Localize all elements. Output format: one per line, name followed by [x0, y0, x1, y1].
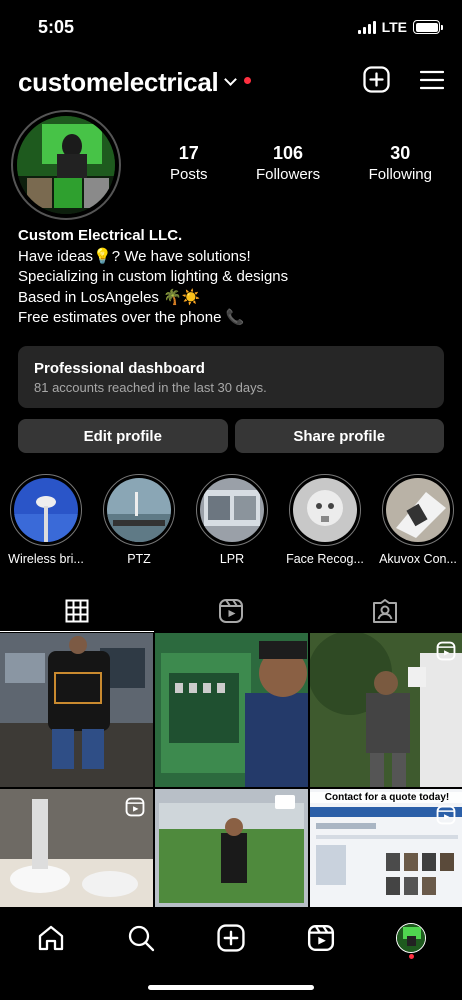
profile-content-tabs: [0, 590, 462, 632]
highlight-label: LPR: [219, 552, 245, 566]
profile-bio: Custom Electrical LLC. Have ideas💡? We h…: [18, 226, 288, 329]
share-profile-button[interactable]: Share profile: [234, 419, 444, 453]
posts-grid: Contact for a quote today!: [0, 633, 462, 907]
plus-square-icon: [363, 66, 390, 93]
highlight-item[interactable]: Akuvox Con...: [379, 474, 457, 566]
profile-stats: 17 Posts 106 Followers 30 Following: [170, 143, 432, 183]
reel-indicator-icon: [125, 797, 145, 822]
highlight-label: Akuvox Con...: [379, 552, 457, 566]
profile-header: customelectrical: [18, 62, 445, 102]
post-thumbnail[interactable]: [0, 633, 153, 787]
posts-count: 17: [178, 143, 199, 163]
home-icon: [38, 925, 64, 951]
highlight-cover: [14, 478, 78, 542]
post-thumbnail[interactable]: [0, 789, 153, 907]
tab-posts-grid[interactable]: [0, 590, 154, 632]
bio-line: Have ideas💡? We have solutions!: [18, 247, 251, 265]
highlight-item[interactable]: Face Recog...: [286, 474, 364, 566]
highlight-item[interactable]: LPR: [194, 474, 270, 566]
plus-square-icon: [217, 924, 245, 952]
posts-label: Posts: [170, 166, 208, 183]
post-thumbnail[interactable]: [155, 789, 308, 907]
menu-button[interactable]: [419, 70, 445, 95]
post-thumbnail[interactable]: Contact for a quote today!: [310, 789, 462, 907]
nav-home[interactable]: [26, 913, 76, 963]
status-bar: 5:05 LTE: [0, 0, 462, 56]
followers-label: Followers: [255, 166, 321, 183]
nav-profile[interactable]: [386, 913, 436, 963]
reel-indicator-icon: [436, 641, 456, 666]
create-post-button[interactable]: [363, 66, 390, 98]
grid-icon: [65, 599, 89, 622]
highlight-label: PTZ: [127, 552, 151, 566]
notification-dot: [244, 77, 252, 84]
network-type: LTE: [381, 19, 407, 35]
bio-line: Specializing in custom lighting & design…: [18, 268, 289, 285]
highlight-cover: [200, 478, 264, 542]
stat-followers[interactable]: 106 Followers: [256, 143, 320, 183]
followers-count: 106: [273, 143, 304, 163]
reels-icon: [307, 924, 335, 952]
post-thumbnail[interactable]: [155, 633, 308, 787]
professional-dashboard-card[interactable]: Professional dashboard 81 accounts reach…: [18, 346, 444, 408]
notification-dot: [409, 954, 414, 959]
bio-line: Free estimates over the phone 📞: [18, 309, 245, 326]
chevron-down-icon[interactable]: [224, 72, 238, 86]
hamburger-menu-icon: [419, 70, 445, 89]
username-switcher[interactable]: customelectrical: [18, 67, 219, 98]
profile-avatar-icon: [396, 923, 426, 953]
profile-avatar[interactable]: [11, 110, 121, 220]
stat-posts[interactable]: 17 Posts: [170, 143, 208, 183]
search-icon: [128, 925, 155, 952]
dashboard-title: Professional dashboard: [34, 360, 205, 377]
edit-profile-button[interactable]: Edit profile: [18, 419, 228, 453]
cellular-signal-icon: [357, 20, 376, 34]
nav-create[interactable]: [206, 913, 256, 963]
highlight-item[interactable]: PTZ: [101, 474, 177, 566]
highlight-cover: [386, 478, 450, 542]
reels-icon: [219, 599, 243, 623]
highlight-cover: [293, 478, 357, 542]
story-highlights: Wireless bri... PTZ LPR Face Recog... Ak…: [8, 474, 462, 566]
highlight-cover: [107, 478, 171, 542]
tagged-person-icon: [373, 599, 397, 623]
bio-line: Based in LosAngeles 🌴☀️: [18, 288, 201, 306]
following-count: 30: [390, 143, 411, 163]
following-label: Following: [368, 166, 432, 183]
highlight-item[interactable]: Wireless bri...: [8, 474, 84, 566]
display-name: Custom Electrical LLC.: [18, 227, 183, 244]
nav-search[interactable]: [116, 913, 166, 963]
highlight-label: Wireless bri...: [8, 552, 84, 566]
tab-tagged[interactable]: [308, 590, 462, 632]
battery-icon: [413, 20, 443, 34]
avatar-image: [17, 116, 115, 214]
stat-following[interactable]: 30 Following: [369, 143, 432, 183]
bottom-navigation: [0, 908, 462, 968]
reel-indicator-icon: [436, 805, 456, 830]
status-time: 5:05: [38, 17, 75, 37]
post-caption-overlay: Contact for a quote today!: [310, 792, 462, 803]
highlight-label: Face Recog...: [286, 552, 364, 566]
home-indicator[interactable]: [148, 985, 314, 990]
dashboard-subtitle: 81 accounts reached in the last 30 days.: [34, 380, 267, 395]
tab-reels[interactable]: [154, 590, 308, 632]
nav-reels[interactable]: [296, 913, 346, 963]
post-thumbnail[interactable]: [310, 633, 462, 787]
